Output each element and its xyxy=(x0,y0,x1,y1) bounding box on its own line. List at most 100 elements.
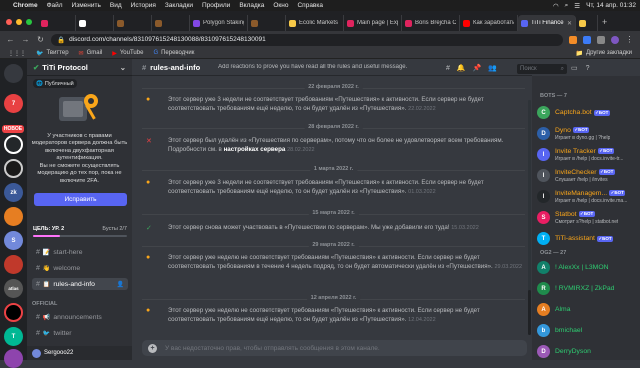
browser-menu-icon[interactable]: ⋮ xyxy=(625,35,634,44)
extension-icon[interactable] xyxy=(583,35,591,44)
avatar[interactable]: D xyxy=(537,127,550,140)
category-official[interactable]: OFFICIAL xyxy=(32,301,57,307)
avatar[interactable] xyxy=(32,348,41,358)
server-icon[interactable] xyxy=(4,135,23,154)
menu-view[interactable]: Вид xyxy=(110,2,122,9)
bell-icon[interactable]: 🔔 xyxy=(457,64,466,72)
avatar[interactable]: C xyxy=(537,106,550,119)
server-icon[interactable] xyxy=(4,303,23,322)
back-icon[interactable]: ← xyxy=(6,35,15,44)
browser-tab[interactable]: Ecolic Markets xyxy=(286,15,344,31)
guild-header[interactable]: ✔ TiTi Protocol ⌄ xyxy=(27,59,132,76)
members-icon[interactable]: 👥 xyxy=(488,64,497,72)
chevron-down-icon[interactable]: ⌄ xyxy=(120,63,126,72)
bookmark-apps-icon[interactable]: ⋮⋮⋮ xyxy=(8,50,26,57)
browser-tab[interactable] xyxy=(114,15,152,31)
browser-tab[interactable] xyxy=(152,15,190,31)
avatar[interactable]: I xyxy=(537,190,550,203)
avatar[interactable]: A xyxy=(537,261,550,274)
server-icon[interactable] xyxy=(4,64,23,83)
forward-icon[interactable]: → xyxy=(21,35,30,44)
control-center-icon[interactable]: ☰ xyxy=(574,2,580,10)
add-attachment-icon[interactable]: + xyxy=(148,343,157,353)
wifi-icon[interactable]: ◠ xyxy=(553,2,559,10)
member-og[interactable]: b bmichael xyxy=(537,321,638,340)
zoom-window-icon[interactable] xyxy=(26,19,32,25)
message-composer[interactable]: + У вас недостаточно прав, чтобы отправл… xyxy=(142,340,527,356)
server-icon[interactable]: S xyxy=(4,231,23,250)
app-menu[interactable]: Chrome xyxy=(13,2,38,9)
bookmark-youtube[interactable]: ▶ YouTube xyxy=(112,50,143,57)
extensions-puzzle-icon[interactable] xyxy=(597,35,605,44)
server-icon[interactable]: T xyxy=(4,327,23,346)
member-og[interactable]: D DerryDyson xyxy=(537,342,638,361)
bookmark-gmail[interactable]: ✉ Gmail xyxy=(79,50,103,57)
channel-welcome[interactable]: # 👋 welcome xyxy=(32,262,128,274)
avatar[interactable]: R xyxy=(537,282,550,295)
menu-history[interactable]: История xyxy=(131,2,156,9)
avatar[interactable]: A xyxy=(537,303,550,316)
boost-level-row[interactable]: ЦЕЛЬ: УР. 2 Бусты 2/7 xyxy=(33,226,127,232)
close-window-icon[interactable] xyxy=(6,19,12,25)
browser-tab[interactable] xyxy=(38,15,76,31)
clock[interactable]: Чт, 14 апр. 01:32 xyxy=(586,2,636,9)
server-icon[interactable] xyxy=(4,207,23,226)
menu-help[interactable]: Справка xyxy=(297,2,323,9)
browser-tab[interactable] xyxy=(248,15,286,31)
menu-edit[interactable]: Изменить xyxy=(72,2,101,9)
channel-announcements[interactable]: # 📢 announcements xyxy=(32,311,128,323)
avatar[interactable]: S xyxy=(537,211,550,224)
member-og[interactable]: R ! RVMIRXZ | ZkPad xyxy=(537,279,638,298)
avatar[interactable]: I xyxy=(537,169,550,182)
inbox-icon[interactable]: ▭ xyxy=(571,64,578,72)
server-icon[interactable]: atlas xyxy=(4,279,23,298)
menu-bookmarks[interactable]: Закладки xyxy=(165,2,193,9)
menu-profiles[interactable]: Профили xyxy=(202,2,230,9)
scrollbar-thumb[interactable] xyxy=(528,290,531,335)
member-bot[interactable]: D Dyno ✓БОТ Играет в dyno.gg | ?help xyxy=(537,124,638,143)
member-bot[interactable]: I InviteManagem... ✓БОТ Играет в /help | do… xyxy=(537,187,638,206)
channel-twitter[interactable]: # 🐦 twitter xyxy=(32,327,128,339)
browser-tab[interactable]: Как заработать н xyxy=(460,15,518,31)
username[interactable]: Sergooo22 xyxy=(44,350,73,356)
menu-file[interactable]: Файл xyxy=(47,2,63,9)
member-og[interactable]: A Alma xyxy=(537,300,638,319)
server-icon[interactable]: 7 xyxy=(4,94,23,113)
bookmark-twitter[interactable]: 🐦 Твиттер xyxy=(36,50,69,57)
server-settings-link[interactable]: настройках сервера xyxy=(224,146,286,153)
browser-tab[interactable]: Boris Brejcha CO xyxy=(402,15,460,31)
avatar[interactable]: T xyxy=(537,232,550,245)
server-icon[interactable] xyxy=(4,159,23,178)
close-tab-icon[interactable]: ✕ xyxy=(567,20,572,27)
menu-tab[interactable]: Вкладка xyxy=(239,2,264,9)
menu-window[interactable]: Окно xyxy=(273,2,288,9)
channel-rules-and-info[interactable]: # 📋 rules-and-info 👤 xyxy=(32,278,128,290)
address-bar[interactable]: 🔒 discord.com/channels/83109761524813008… xyxy=(51,33,563,46)
help-icon[interactable]: ? xyxy=(586,65,590,72)
channel-topic[interactable]: Add reactions to prove you have read all… xyxy=(218,64,407,70)
new-tab-icon[interactable]: + xyxy=(598,17,611,31)
search-icon[interactable]: ⌕ xyxy=(565,2,569,10)
add-member-icon[interactable]: 👤 xyxy=(117,281,124,288)
browser-tab[interactable] xyxy=(76,15,114,31)
minimize-window-icon[interactable] xyxy=(16,19,22,25)
bookmark-translate[interactable]: G Переводчик xyxy=(153,50,194,56)
other-bookmarks[interactable]: 📁 Другие закладки xyxy=(576,50,632,57)
avatar[interactable]: D xyxy=(537,345,550,358)
browser-tab[interactable] xyxy=(576,15,598,31)
lock-icon[interactable]: 🔒 xyxy=(57,36,65,44)
pin-icon[interactable]: 📌 xyxy=(473,64,482,72)
browser-tab[interactable]: Main page | Expre xyxy=(344,15,402,31)
avatar[interactable]: I xyxy=(537,148,550,161)
member-bot[interactable]: I Invite Tracker ✓БОТ Играет в /help | docs… xyxy=(537,145,638,164)
browser-tab[interactable]: Polygon Staking xyxy=(190,15,248,31)
channel-start-here[interactable]: # 📝 start-here xyxy=(32,246,128,258)
fix-button[interactable]: Исправить xyxy=(34,193,127,206)
metamask-extension-icon[interactable] xyxy=(569,35,577,44)
avatar[interactable]: b xyxy=(537,324,550,337)
reload-icon[interactable]: ↻ xyxy=(36,35,45,44)
profile-avatar-icon[interactable] xyxy=(611,35,619,44)
threads-icon[interactable]: # xyxy=(446,65,450,72)
member-bot[interactable]: I InviteChecker ✓БОТ Слушает /help | /invit… xyxy=(537,166,638,185)
server-icon[interactable] xyxy=(4,255,23,274)
